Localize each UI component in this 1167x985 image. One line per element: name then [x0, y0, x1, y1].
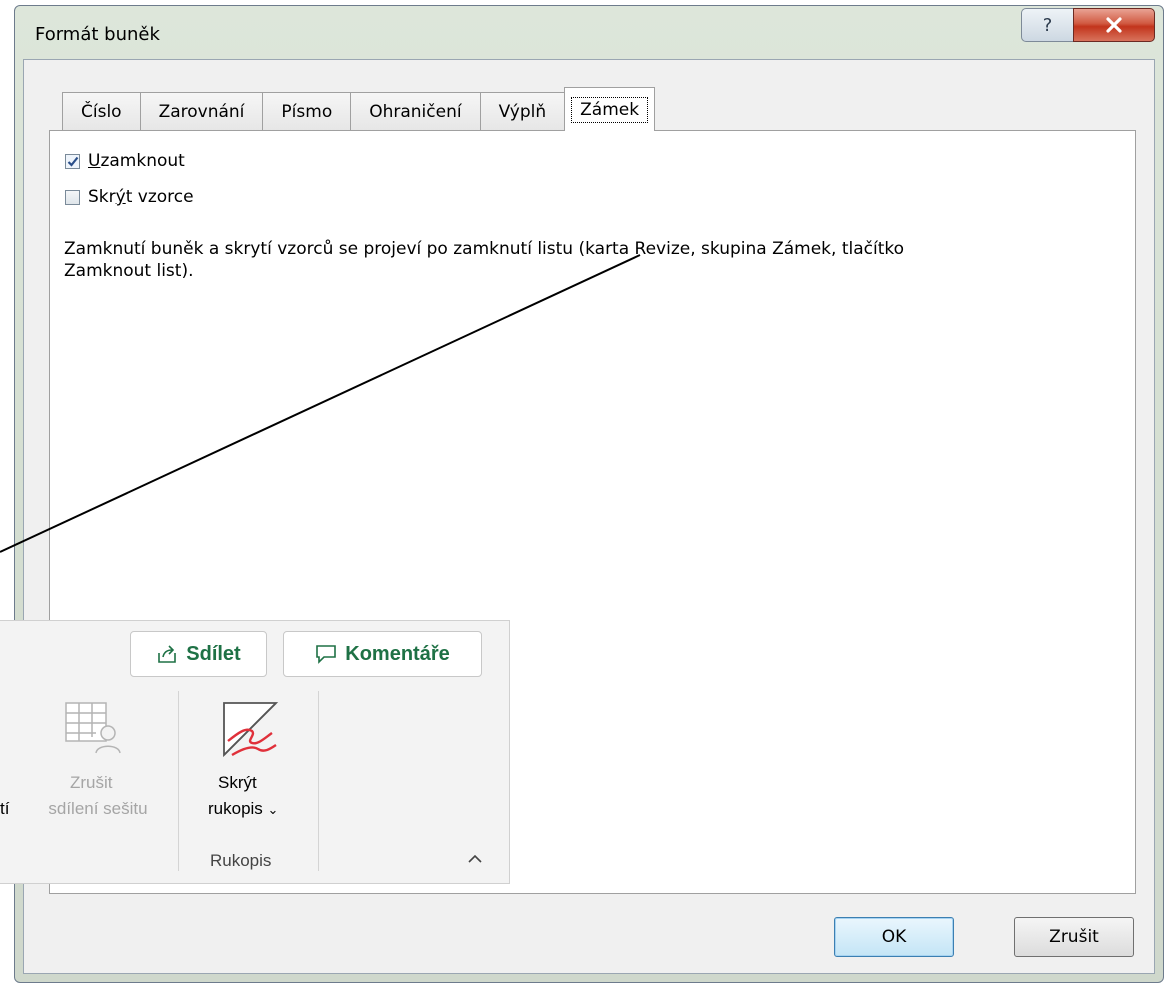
close-icon — [1106, 17, 1122, 33]
hide-formulas-checkbox[interactable] — [65, 189, 80, 205]
tab-fill[interactable]: Výplň — [479, 92, 566, 131]
tab-strip: Číslo Zarovnání Písmo Ohraničení Výplň Z… — [62, 87, 656, 131]
tab-protection[interactable]: Zámek — [564, 87, 656, 131]
hide-formulas-checkbox-row[interactable]: Skrýt vzorce — [65, 187, 194, 207]
ok-button[interactable]: OK — [834, 917, 954, 957]
share-icon — [158, 645, 177, 663]
lock-label: Uzamknout — [88, 151, 185, 171]
tab-number[interactable]: Číslo — [62, 92, 141, 131]
ribbon-separator — [318, 691, 319, 871]
help-icon: ? — [1042, 14, 1053, 36]
share-button[interactable]: Sdílet — [130, 631, 267, 677]
cancel-button[interactable]: Zrušit — [1014, 917, 1134, 957]
hide-formulas-label: Skrýt vzorce — [88, 187, 194, 207]
tab-alignment[interactable]: Zarovnání — [139, 92, 264, 131]
caption-buttons: ? — [1021, 8, 1155, 42]
ribbon-inset: Sdílet Komentáře Zrušit sdílení sešitu t… — [0, 620, 510, 884]
ink-group-label: Rukopis — [210, 851, 272, 870]
help-button[interactable]: ? — [1021, 8, 1073, 42]
tab-border[interactable]: Ohraničení — [350, 92, 481, 131]
comment-icon — [316, 645, 337, 664]
lock-checkbox[interactable] — [65, 153, 80, 169]
protection-note: Zamknutí buněk a skrytí vzorců se projev… — [64, 239, 905, 281]
checkmark-icon — [67, 156, 78, 167]
cut-off-label: tí — [0, 799, 10, 818]
lock-checkbox-row[interactable]: Uzamknout — [65, 151, 185, 171]
chevron-down-icon: ⌄ — [267, 802, 279, 817]
ribbon-separator — [178, 691, 179, 871]
hide-ink-icon — [223, 702, 279, 758]
tab-font[interactable]: Písmo — [262, 92, 352, 131]
dialog-title: Formát buněk — [35, 24, 160, 45]
collapse-ribbon-icon[interactable] — [466, 853, 484, 865]
comments-button[interactable]: Komentáře — [283, 631, 482, 677]
hide-ink-label: rukopis ⌄ — [208, 799, 279, 818]
close-button[interactable] — [1073, 8, 1155, 42]
shared-workbook-icon — [65, 702, 121, 754]
